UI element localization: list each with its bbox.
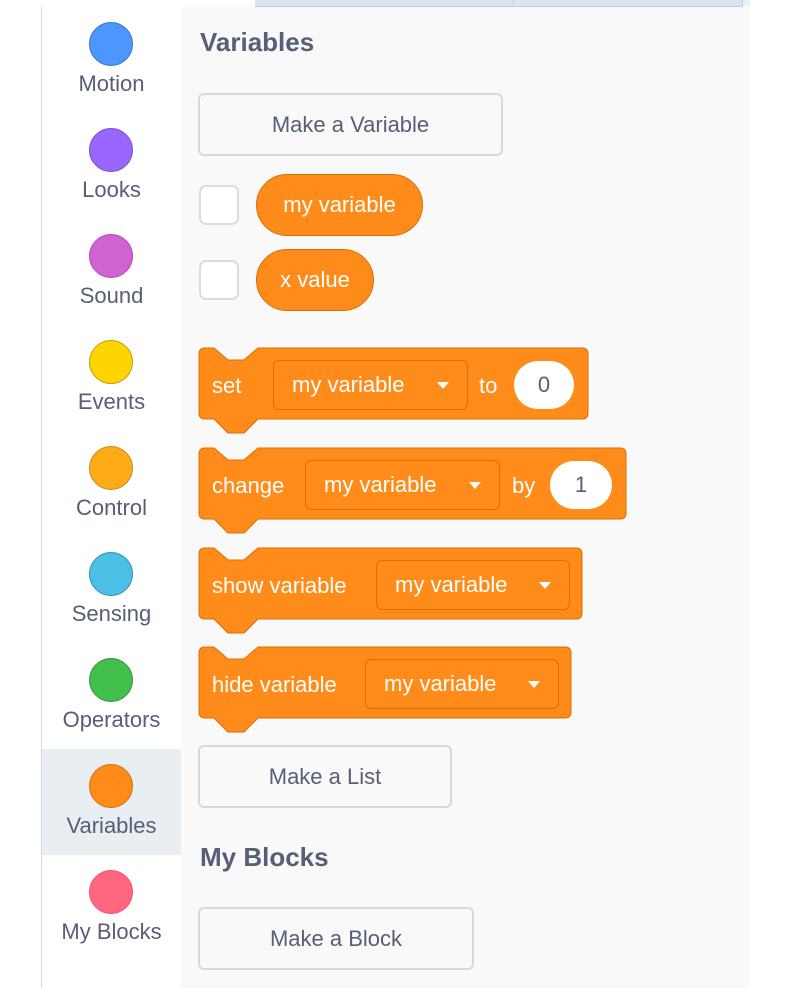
dropdown-caret-icon (437, 382, 449, 389)
category-looks[interactable]: Looks (42, 113, 181, 219)
hide-variable-block[interactable]: hide variable my variable (198, 646, 573, 736)
dropdown-value: my variable (324, 472, 437, 497)
category-my-blocks[interactable]: My Blocks (42, 855, 181, 961)
dropdown-value: my variable (384, 671, 497, 696)
value-input[interactable]: 1 (550, 461, 612, 509)
category-control[interactable]: Control (42, 431, 181, 537)
variables-category-icon (89, 764, 133, 808)
set-variable-block[interactable]: set my variable to 0 (198, 347, 590, 437)
show-variable-block[interactable]: show variable my variable (198, 547, 584, 637)
category-label: Motion (78, 71, 145, 96)
my-blocks-category-icon (89, 870, 133, 914)
category-label: Sensing (71, 601, 152, 626)
make-block-button[interactable]: Make a Block (198, 907, 474, 970)
dropdown-caret-icon (539, 582, 551, 589)
category-label: Sound (79, 283, 144, 308)
looks-category-icon (89, 128, 133, 172)
events-category-icon (89, 340, 133, 384)
my-blocks-heading: My Blocks (200, 842, 329, 872)
dropdown-value: my variable (292, 372, 405, 397)
block-label: by (512, 473, 536, 498)
variable-monitor-checkbox[interactable] (199, 260, 239, 300)
variable-reporter-my-variable[interactable]: my variable (256, 174, 423, 236)
variable-dropdown[interactable]: my variable (376, 560, 570, 610)
category-label: Variables (66, 813, 157, 838)
variables-heading: Variables (200, 27, 315, 57)
category-label: Operators (62, 707, 161, 732)
block-label: change (212, 473, 285, 498)
block-label: to (479, 373, 498, 398)
block-label: set (212, 373, 242, 398)
dropdown-caret-icon (469, 482, 481, 489)
make-variable-button[interactable]: Make a Variable (198, 93, 503, 156)
category-operators[interactable]: Operators (42, 643, 181, 749)
operators-category-icon (89, 658, 133, 702)
value-input[interactable]: 0 (514, 361, 574, 409)
category-label: Control (76, 495, 147, 520)
sensing-category-icon (89, 552, 133, 596)
category-events[interactable]: Events (42, 325, 181, 431)
category-label: My Blocks (61, 919, 162, 944)
category-sound[interactable]: Sound (42, 219, 181, 325)
category-variables[interactable]: Variables (42, 749, 181, 855)
category-label: Looks (82, 177, 141, 202)
block-label: show variable (212, 573, 347, 598)
change-variable-block[interactable]: change my variable by 1 (198, 447, 628, 537)
editor-tab-strip (0, 0, 750, 7)
stage-margin (750, 0, 800, 988)
category-label: Events (77, 389, 146, 414)
sound-category-icon (89, 234, 133, 278)
category-motion[interactable]: Motion (42, 7, 181, 113)
editor-tab[interactable] (743, 0, 750, 6)
motion-category-icon (89, 22, 133, 66)
category-sensing[interactable]: Sensing (42, 537, 181, 643)
control-category-icon (89, 446, 133, 490)
dropdown-value: my variable (395, 572, 508, 597)
variable-dropdown[interactable]: my variable (305, 460, 500, 510)
make-list-button[interactable]: Make a List (198, 745, 452, 808)
variable-monitor-checkbox[interactable] (199, 185, 239, 225)
variable-dropdown[interactable]: my variable (273, 360, 468, 410)
variable-dropdown[interactable]: my variable (365, 659, 559, 709)
dropdown-caret-icon (528, 681, 540, 688)
variable-reporter-x-value[interactable]: x value (256, 249, 374, 311)
category-menu: Motion Looks Sound Events Control Sensin… (41, 7, 182, 988)
block-palette: Variables Make a Variable my variable x … (181, 7, 750, 988)
editor-tab[interactable] (514, 0, 743, 7)
editor-tab[interactable] (255, 0, 514, 7)
block-label: hide variable (212, 672, 337, 697)
